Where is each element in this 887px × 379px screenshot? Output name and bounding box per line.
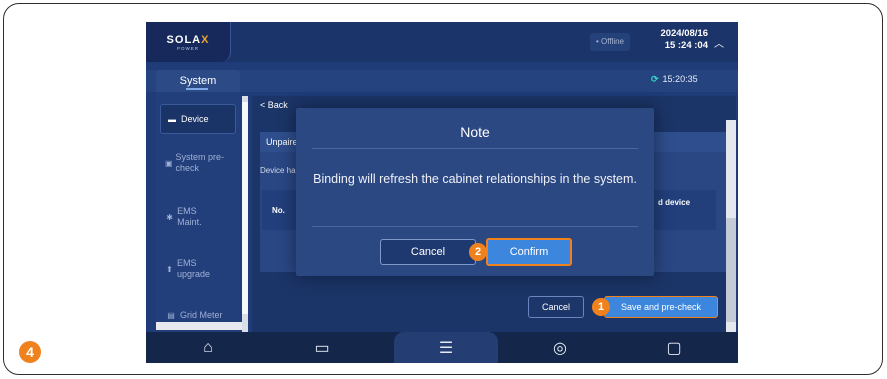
nav-server[interactable]: ☰: [394, 332, 498, 363]
chart-icon: ▭: [314, 339, 330, 357]
server-icon: ☰: [438, 339, 454, 357]
logo-x: X: [201, 33, 210, 46]
dialog-message: Binding will refresh the cabinet relatio…: [313, 172, 637, 186]
device-hint: Device ha: [260, 166, 296, 175]
refresh-icon[interactable]: ⟳: [651, 74, 659, 84]
sync-time: 15:20:35: [662, 74, 698, 84]
sync-status: ⟳ 15:20:35: [651, 74, 698, 85]
time: 15 :24 :04: [664, 40, 708, 51]
sidebar-item-precheck[interactable]: ▣ System pre-check: [160, 152, 224, 174]
settings-icon: ◎: [553, 339, 567, 357]
column-no: No.: [272, 206, 285, 215]
logo-subtext: POWER: [176, 45, 199, 51]
sidebar-item-label: System pre-check: [175, 152, 224, 173]
wrench-icon: ✱: [166, 212, 173, 222]
back-link[interactable]: < Back: [260, 100, 288, 110]
sidebar-item-ems-upgrade[interactable]: ⬆ EMS upgrade: [160, 258, 220, 280]
meter-icon: ▤: [167, 311, 175, 320]
nav-home[interactable]: ⌂: [156, 332, 260, 363]
dialog-title: Note: [460, 124, 490, 140]
status-badge: • Offline: [590, 33, 630, 51]
note-dialog: Note Binding will refresh the cabinet re…: [296, 108, 654, 276]
sidebar-item-ems-maint[interactable]: ✱ EMS Maint.: [160, 206, 214, 228]
step-badge-2: 2: [469, 243, 487, 261]
sidebar: ▬ Device ▣ System pre-check ✱ EMS Maint. ⬆ E…: [156, 92, 240, 337]
bottom-nav: ⌂ ▭ ☰ ◎ ▢: [146, 332, 738, 363]
logo: SOLAX POWER: [146, 22, 231, 62]
sidebar-item-label: EMS upgrade: [176, 258, 210, 279]
home-icon: ⌂: [203, 338, 213, 356]
nav-settings[interactable]: ◎: [508, 332, 612, 363]
step-badge-1: 1: [592, 298, 610, 316]
nav-chart[interactable]: ▭: [270, 332, 374, 363]
content-scrollbar-thumb[interactable]: [726, 218, 736, 322]
chevron-up-icon[interactable]: ︿: [714, 35, 724, 50]
dialog-divider-bottom: [312, 226, 638, 227]
sidebar-hscrollbar[interactable]: [156, 322, 242, 330]
column-device: d device: [658, 198, 691, 207]
sidebar-item-grid-meter[interactable]: ▤ Grid Meter: [160, 310, 240, 321]
dialog-cancel-button[interactable]: Cancel: [380, 239, 476, 265]
app-screen: SOLAX POWER • Offline 2024/08/16 15 :24 …: [146, 22, 738, 363]
dialog-confirm-button[interactable]: Confirm: [486, 238, 572, 266]
precheck-icon: ▣: [164, 158, 173, 168]
nav-battery[interactable]: ▢: [622, 332, 726, 363]
device-icon: ▬: [168, 114, 176, 124]
tab-underline: [186, 88, 208, 90]
sidebar-scrollbar-thumb[interactable]: [242, 102, 248, 314]
upgrade-icon: ⬆: [166, 264, 173, 274]
sidebar-item-device[interactable]: ▬ Device: [160, 104, 236, 134]
save-and-precheck-button[interactable]: Save and pre-check: [604, 296, 718, 318]
sidebar-item-label: Device: [181, 113, 209, 124]
sidebar-item-label: EMS Maint.: [177, 206, 202, 227]
date: 2024/08/16: [660, 28, 708, 39]
dialog-divider: [312, 148, 638, 149]
cancel-button[interactable]: Cancel: [528, 296, 584, 318]
logo-text: SOLA: [166, 33, 202, 46]
battery-icon: ▢: [666, 339, 682, 357]
datetime: 2024/08/16 15 :24 :04: [644, 28, 708, 52]
step-badge-4: 4: [19, 341, 41, 363]
sidebar-item-label: Grid Meter: [180, 310, 223, 320]
